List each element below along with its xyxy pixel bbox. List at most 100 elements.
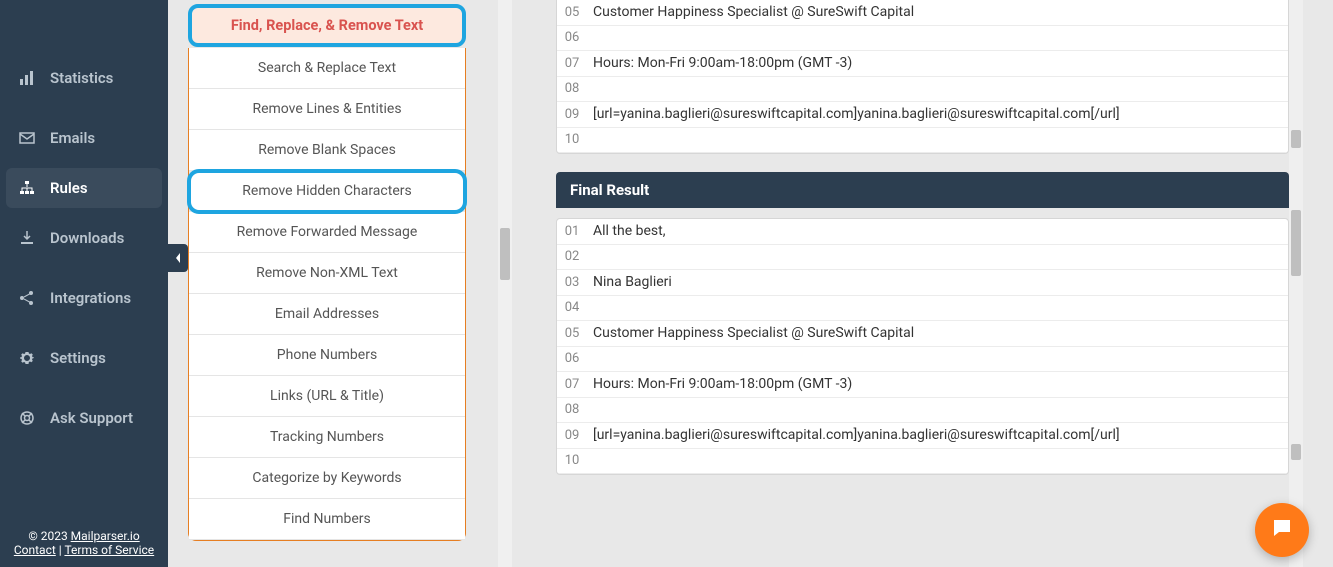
result-line: 08	[557, 398, 1288, 424]
rule-option[interactable]: Remove Lines & Entities	[189, 89, 465, 130]
bar-chart-icon	[18, 70, 36, 86]
rule-category-header[interactable]: Find, Replace, & Remove Text	[188, 4, 466, 47]
rule-option[interactable]: Find Numbers	[189, 499, 465, 540]
line-number: 06	[557, 27, 587, 48]
line-text	[587, 458, 1288, 464]
chevron-left-icon	[174, 249, 182, 268]
line-text	[587, 86, 1288, 92]
line-text: [url=yanina.baglieri@sureswiftcapital.co…	[587, 424, 1288, 446]
line-number: 01	[557, 221, 587, 242]
sidebar-item-label: Statistics	[50, 69, 113, 87]
life-ring-icon	[18, 410, 36, 426]
right-scrollbar-thumb[interactable]	[1291, 130, 1301, 148]
mail-icon	[18, 130, 36, 146]
sidebar-item-downloads[interactable]: Downloads	[0, 208, 168, 268]
rule-option[interactable]: Categorize by Keywords	[189, 458, 465, 499]
line-number: 04	[557, 297, 587, 318]
line-number: 05	[557, 323, 587, 344]
line-text: Hours: Mon-Fri 9:00am-18:00pm (GMT -3)	[587, 52, 1288, 74]
rule-option[interactable]: Email Addresses	[189, 294, 465, 335]
line-text	[587, 137, 1288, 143]
line-number: 08	[557, 78, 587, 99]
line-text: All the best,	[587, 220, 1288, 242]
result-line: 01All the best,	[557, 219, 1288, 245]
line-number: 02	[557, 246, 587, 267]
result-line: 06	[557, 347, 1288, 373]
rule-option[interactable]: Phone Numbers	[189, 335, 465, 376]
result-line: 07Hours: Mon-Fri 9:00am-18:00pm (GMT -3)	[557, 372, 1288, 398]
right-scrollbar-thumb[interactable]	[1291, 210, 1301, 276]
rule-options-panel: Find, Replace, & Remove Text Search & Re…	[168, 0, 512, 567]
result-line: 02	[557, 245, 1288, 271]
line-text	[587, 356, 1288, 362]
sidebar-item-label: Emails	[50, 129, 95, 147]
initial-result-box: 05Customer Happiness Specialist @ SureSw…	[556, 0, 1289, 154]
rule-option[interactable]: Tracking Numbers	[189, 417, 465, 458]
result-line: 10	[557, 449, 1288, 475]
sidebar-item-settings[interactable]: Settings	[0, 328, 168, 388]
rule-option[interactable]: Remove Hidden Characters	[189, 171, 465, 212]
tos-link[interactable]: Terms of Service	[64, 543, 154, 557]
share-icon	[18, 290, 36, 306]
result-line: 05Customer Happiness Specialist @ SureSw…	[557, 321, 1288, 347]
line-text	[587, 254, 1288, 260]
sidebar-item-statistics[interactable]: Statistics	[0, 48, 168, 108]
line-number: 03	[557, 272, 587, 293]
result-line: 05Customer Happiness Specialist @ SureSw…	[557, 0, 1288, 26]
line-text: Nina Baglieri	[587, 271, 1288, 293]
sidebar: Statistics Emails Rules Downloads Integr…	[0, 0, 168, 567]
results-panel: 05Customer Happiness Specialist @ SureSw…	[512, 0, 1333, 567]
sidebar-nav: Statistics Emails Rules Downloads Integr…	[0, 0, 168, 521]
line-text	[587, 407, 1288, 413]
result-line: 08	[557, 77, 1288, 103]
rule-option[interactable]: Search & Replace Text	[189, 48, 465, 89]
line-text: Customer Happiness Specialist @ SureSwif…	[587, 322, 1288, 344]
sidebar-collapse-toggle[interactable]	[168, 244, 188, 272]
sidebar-item-rules[interactable]: Rules	[6, 168, 162, 208]
line-number: 10	[557, 129, 587, 150]
right-scrollbar-thumb[interactable]	[1291, 444, 1301, 460]
line-number: 07	[557, 53, 587, 74]
brand-link[interactable]: Mailparser.io	[71, 529, 140, 543]
final-result-box: 01All the best,02 03Nina Baglieri04 05Cust…	[556, 218, 1289, 475]
line-text: Customer Happiness Specialist @ SureSwif…	[587, 1, 1288, 23]
rule-option[interactable]: Remove Non-XML Text	[189, 253, 465, 294]
rule-options-list: Search & Replace TextRemove Lines & Enti…	[188, 48, 466, 541]
line-number: 06	[557, 348, 587, 369]
right-scrollbar[interactable]	[1289, 0, 1303, 567]
sidebar-footer: © 2023 Mailparser.io Contact | Terms of …	[0, 521, 168, 567]
result-line: 10	[557, 128, 1288, 154]
initial-result-lines: 05Customer Happiness Specialist @ SureSw…	[557, 0, 1288, 153]
line-text	[587, 35, 1288, 41]
rule-option[interactable]: Links (URL & Title)	[189, 376, 465, 417]
gear-icon	[18, 350, 36, 366]
result-line: 04	[557, 296, 1288, 322]
sidebar-item-label: Integrations	[50, 289, 131, 307]
result-line: 09[url=yanina.baglieri@sureswiftcapital.…	[557, 423, 1288, 449]
line-text: Hours: Mon-Fri 9:00am-18:00pm (GMT -3)	[587, 373, 1288, 395]
sidebar-item-emails[interactable]: Emails	[0, 108, 168, 168]
download-icon	[18, 230, 36, 246]
sidebar-item-ask-support[interactable]: Ask Support	[0, 388, 168, 448]
sidebar-item-label: Settings	[50, 349, 106, 367]
sidebar-item-label: Ask Support	[50, 409, 133, 427]
result-line: 09[url=yanina.baglieri@sureswiftcapital.…	[557, 102, 1288, 128]
line-number: 09	[557, 104, 587, 125]
middle-scrollbar[interactable]	[498, 0, 512, 567]
sidebar-item-label: Downloads	[50, 229, 124, 247]
result-line: 07Hours: Mon-Fri 9:00am-18:00pm (GMT -3)	[557, 51, 1288, 77]
line-number: 09	[557, 425, 587, 446]
rule-option[interactable]: Remove Forwarded Message	[189, 212, 465, 253]
line-number: 05	[557, 2, 587, 23]
sidebar-item-integrations[interactable]: Integrations	[0, 268, 168, 328]
help-chat-button[interactable]	[1255, 503, 1309, 557]
rule-option[interactable]: Remove Blank Spaces	[189, 130, 465, 171]
final-result-lines: 01All the best,02 03Nina Baglieri04 05Cust…	[557, 219, 1288, 474]
copyright-prefix: © 2023	[28, 529, 70, 543]
line-number: 08	[557, 399, 587, 420]
line-number: 10	[557, 450, 587, 471]
contact-link[interactable]: Contact	[14, 543, 56, 557]
middle-scrollbar-thumb[interactable]	[500, 228, 510, 280]
line-text: [url=yanina.baglieri@sureswiftcapital.co…	[587, 103, 1288, 125]
line-number: 07	[557, 374, 587, 395]
